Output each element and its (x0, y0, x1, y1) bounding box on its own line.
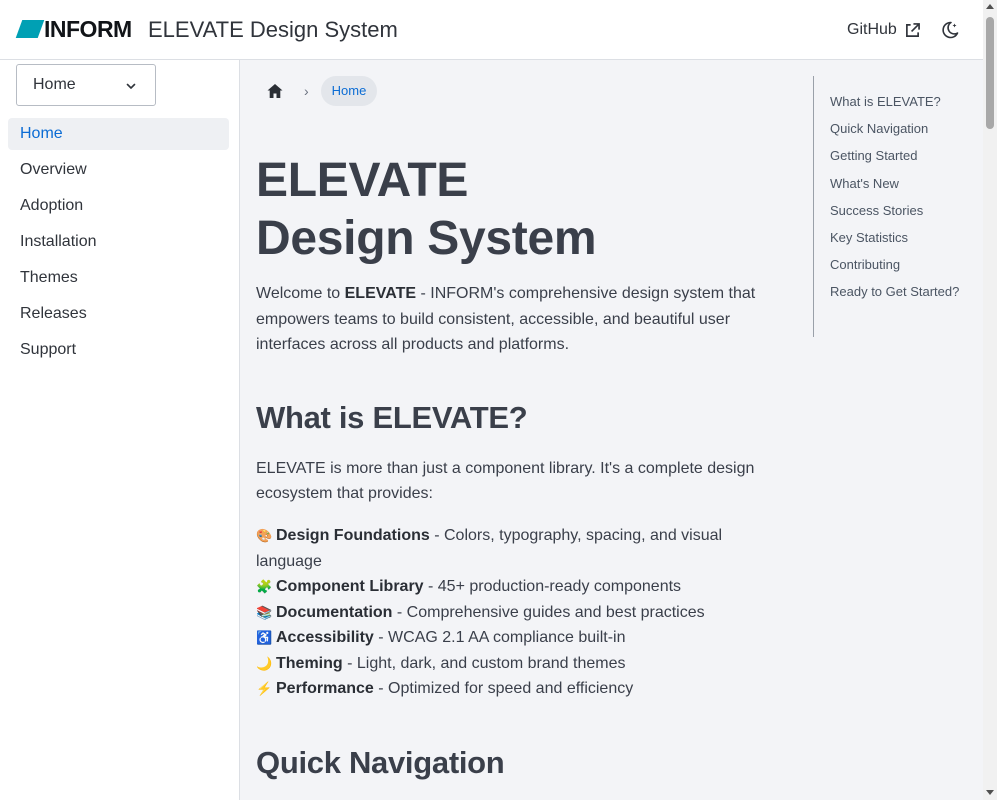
section-paragraph: ELEVATE is more than just a component li… (256, 460, 755, 502)
breadcrumb: › Home (264, 76, 378, 106)
sidebar: Home Home Overview Adoption Installation… (0, 60, 240, 800)
list-item: 🌙 Theming - Light, dark, and custom brand… (256, 651, 736, 677)
page-title: ELEVATE Design System (256, 152, 796, 268)
list-item: 📚 Documentation - Comprehensive guides an… (256, 600, 736, 626)
sidebar-nav: Home Overview Adoption Installation Them… (8, 118, 229, 370)
feature-title: Documentation (276, 603, 393, 621)
accessibility-icon: ♿ (256, 630, 273, 645)
toc-item-success-stories[interactable]: Success Stories (830, 201, 960, 221)
feature-list: 🎨 Design Foundations - Colors, typography… (256, 523, 736, 702)
moon-emoji-icon: 🌙 (256, 655, 273, 671)
list-item: ♿ Accessibility - WCAG 2.1 AA compliance … (256, 625, 736, 651)
feature-title: Design Foundations (276, 527, 430, 544)
feature-title: Accessibility (276, 629, 374, 646)
top-header: INFORM ELEVATE Design System GitHub (0, 0, 983, 60)
intro-pre: Welcome to (256, 285, 345, 302)
page-scrollbar[interactable] (983, 0, 997, 800)
github-link[interactable]: GitHub (847, 21, 920, 39)
site-title[interactable]: ELEVATE Design System (148, 17, 398, 43)
feature-text: - Light, dark, and custom brand themes (342, 654, 626, 672)
scroll-thumb[interactable] (986, 17, 994, 129)
feature-title: Theming (276, 654, 343, 672)
toc-item-quick-navigation[interactable]: Quick Navigation (830, 119, 960, 139)
palette-icon: 🎨 (256, 528, 273, 543)
feature-title: Component Library (276, 578, 424, 595)
section-select-value: Home (33, 76, 76, 93)
toc-item-key-statistics[interactable]: Key Statistics (830, 228, 960, 248)
chevron-down-icon (126, 83, 136, 89)
sidebar-item-installation[interactable]: Installation (8, 226, 229, 258)
sidebar-item-themes[interactable]: Themes (8, 262, 229, 294)
feature-title: Performance (276, 680, 374, 697)
section-select[interactable]: Home (16, 64, 156, 106)
page-title-line1: ELEVATE (256, 154, 469, 207)
toc-item-ready-to-get-started[interactable]: Ready to Get Started? (830, 282, 960, 302)
sidebar-item-releases[interactable]: Releases (8, 298, 229, 330)
external-link-icon (905, 22, 920, 37)
sidebar-item-overview[interactable]: Overview (8, 154, 229, 186)
puzzle-icon: 🧩 (256, 579, 273, 594)
section-heading-quick-nav: Quick Navigation (256, 745, 505, 780)
github-label: GitHub (847, 21, 897, 38)
lightning-icon: ⚡ (256, 681, 273, 696)
feature-text: - WCAG 2.1 AA compliance built-in (373, 629, 626, 646)
section-heading-what-is: What is ELEVATE? (256, 400, 528, 435)
feature-text: - Comprehensive guides and best practice… (392, 603, 705, 621)
toc-item-what-is-elevate[interactable]: What is ELEVATE? (830, 92, 960, 112)
scroll-down-arrow-icon[interactable] (986, 790, 994, 795)
breadcrumb-separator-icon: › (304, 83, 309, 99)
scroll-up-arrow-icon[interactable] (986, 4, 994, 9)
list-item: 🧩 Component Library - 45+ production-read… (256, 574, 736, 600)
home-icon[interactable] (264, 80, 286, 102)
breadcrumb-current[interactable]: Home (320, 76, 378, 106)
intro-bold: ELEVATE (344, 285, 417, 302)
moon-icon (942, 21, 959, 39)
books-icon: 📚 (256, 604, 273, 620)
theme-toggle-button[interactable] (940, 20, 960, 40)
logo-mark-icon (15, 20, 45, 38)
main-content: › Home ELEVATE Design System Welcome to … (240, 60, 813, 800)
feature-text: - Optimized for speed and efficiency (373, 680, 634, 697)
intro-paragraph: Welcome to ELEVATE - INFORM's comprehens… (256, 281, 801, 358)
page-title-line2: Design System (256, 212, 597, 265)
sidebar-item-adoption[interactable]: Adoption (8, 190, 229, 222)
table-of-contents: What is ELEVATE? Quick Navigation Gettin… (813, 76, 973, 337)
sidebar-item-home[interactable]: Home (8, 118, 229, 150)
inform-logo[interactable]: INFORM (15, 16, 132, 42)
logo-text: INFORM (44, 16, 132, 42)
sidebar-item-support[interactable]: Support (8, 334, 229, 366)
toc-item-whats-new[interactable]: What's New (830, 174, 960, 194)
toc-item-contributing[interactable]: Contributing (830, 255, 960, 275)
list-item: ⚡ Performance - Optimized for speed and e… (256, 676, 736, 702)
feature-text: - 45+ production-ready components (423, 578, 682, 595)
toc-item-getting-started[interactable]: Getting Started (830, 146, 960, 166)
list-item: 🎨 Design Foundations - Colors, typography… (256, 523, 736, 574)
